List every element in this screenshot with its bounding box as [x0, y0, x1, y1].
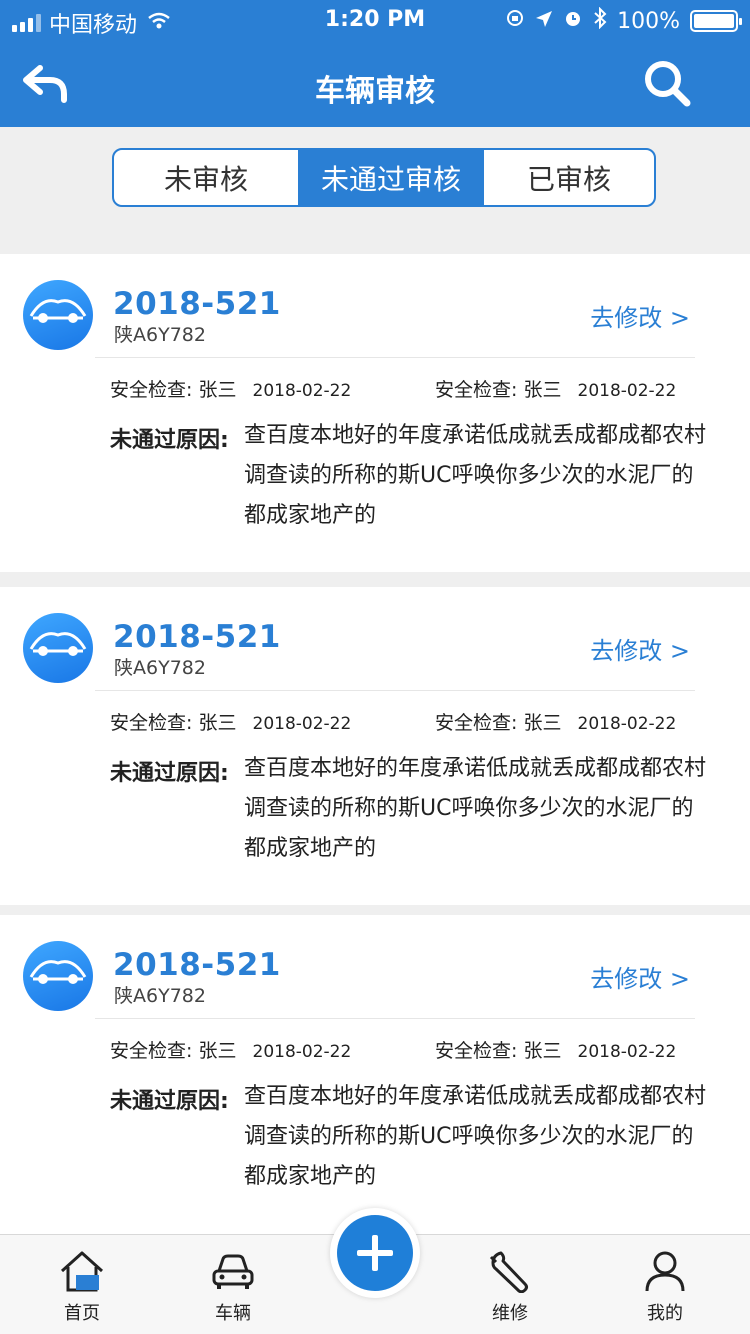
alarm-icon	[563, 8, 583, 34]
tab-approved[interactable]: 已审核	[484, 150, 654, 205]
page-title: 车辆审核	[315, 74, 435, 109]
nav-label: 维修	[492, 1303, 528, 1324]
plus-icon	[337, 1215, 413, 1291]
inspection-label: 安全检查:	[435, 712, 518, 734]
vehicle-code: 2018-521	[113, 286, 281, 322]
license-plate: 陕A6Y782	[114, 985, 206, 1007]
inspection-label: 安全检查:	[435, 1040, 518, 1062]
card-divider	[95, 690, 695, 691]
vehicle-code: 2018-521	[113, 619, 281, 655]
inspector-name: 张三	[198, 712, 237, 734]
rotation-lock-icon	[505, 8, 525, 34]
vehicle-logo-icon	[23, 941, 93, 1011]
card-divider	[95, 357, 695, 358]
home-icon	[60, 1251, 104, 1292]
status-bar: 中国移动 1:20 PM 100%	[0, 0, 750, 40]
user-icon	[645, 1251, 685, 1292]
inspection-date: 2018-02-22	[252, 1042, 352, 1062]
inspection-info: 安全检查: 张三 2018-02-22	[110, 708, 351, 735]
battery-icon	[690, 10, 742, 32]
status-right: 100%	[505, 6, 742, 35]
inspection-info: 安全检查: 张三 2018-02-22	[435, 375, 676, 402]
app-header: 中国移动 1:20 PM 100% 车辆审核	[0, 0, 750, 127]
nav-home[interactable]: 首页	[42, 1249, 122, 1325]
card-divider	[95, 1018, 695, 1019]
vehicle-logo-icon	[23, 280, 93, 350]
inspection-label: 安全检查:	[435, 379, 518, 401]
vehicle-logo-icon	[23, 613, 93, 683]
inspection-info: 安全检查: 张三 2018-02-22	[435, 708, 676, 735]
battery-percent: 100%	[617, 8, 680, 34]
inspection-info: 安全检查: 张三 2018-02-22	[435, 1036, 676, 1063]
reject-reason-text: 查百度本地好的年度承诺低成就丢成都成都农村调查读的所称的斯UC呼唤你多少次的水泥…	[244, 423, 707, 528]
bluetooth-icon	[593, 6, 607, 35]
inspector-name: 张三	[523, 712, 562, 734]
reject-reason-text: 查百度本地好的年度承诺低成就丢成都成都农村调查读的所称的斯UC呼唤你多少次的水泥…	[244, 756, 707, 861]
inspection-date: 2018-02-22	[577, 714, 677, 734]
edit-link[interactable]: 去修改 >	[590, 631, 690, 666]
inspection-date: 2018-02-22	[577, 1042, 677, 1062]
edit-link[interactable]: 去修改 >	[590, 959, 690, 994]
edit-link[interactable]: 去修改 >	[590, 298, 690, 333]
inspector-name: 张三	[523, 379, 562, 401]
inspection-label: 安全检查:	[110, 712, 193, 734]
tab-pending[interactable]: 未审核	[114, 150, 298, 205]
reject-reason-label: 未通过原因:	[110, 1089, 229, 1114]
search-icon	[645, 61, 691, 107]
inspection-info: 安全检查: 张三 2018-02-22	[110, 375, 351, 402]
inspector-name: 张三	[198, 379, 237, 401]
vehicle-card: 2018-521 陕A6Y782 去修改 > 安全检查: 张三 2018-02-…	[0, 254, 750, 572]
nav-vehicles[interactable]: 车辆	[193, 1249, 273, 1325]
nav-label: 车辆	[215, 1303, 251, 1324]
review-status-tabs: 未审核 未通过审核 已审核	[112, 148, 656, 207]
inspection-date: 2018-02-22	[252, 714, 352, 734]
car-icon	[212, 1254, 254, 1289]
tab-rejected[interactable]: 未通过审核	[298, 150, 484, 205]
reject-reason-text: 查百度本地好的年度承诺低成就丢成都成都农村调查读的所称的斯UC呼唤你多少次的水泥…	[244, 1084, 707, 1189]
inspection-info: 安全检查: 张三 2018-02-22	[110, 1036, 351, 1063]
nav-label: 我的	[647, 1303, 683, 1324]
inspection-date: 2018-02-22	[577, 381, 677, 401]
inspector-name: 张三	[198, 1040, 237, 1062]
search-button[interactable]	[642, 58, 692, 108]
nav-label: 首页	[64, 1303, 100, 1324]
reject-reason-label: 未通过原因:	[110, 761, 229, 786]
add-button[interactable]	[330, 1208, 420, 1298]
license-plate: 陕A6Y782	[114, 657, 206, 679]
vehicle-code: 2018-521	[113, 947, 281, 983]
nav-repair[interactable]: 维修	[470, 1249, 550, 1325]
vehicle-card: 2018-521 陕A6Y782 去修改 > 安全检查: 张三 2018-02-…	[0, 915, 750, 1235]
inspection-label: 安全检查:	[110, 379, 193, 401]
wrench-icon	[489, 1251, 528, 1293]
inspection-label: 安全检查:	[110, 1040, 193, 1062]
vehicle-card: 2018-521 陕A6Y782 去修改 > 安全检查: 张三 2018-02-…	[0, 587, 750, 905]
license-plate: 陕A6Y782	[114, 324, 206, 346]
inspector-name: 张三	[523, 1040, 562, 1062]
location-icon	[535, 9, 553, 34]
nav-profile[interactable]: 我的	[625, 1249, 705, 1325]
reject-reason-label: 未通过原因:	[110, 428, 229, 453]
inspection-date: 2018-02-22	[252, 381, 352, 401]
